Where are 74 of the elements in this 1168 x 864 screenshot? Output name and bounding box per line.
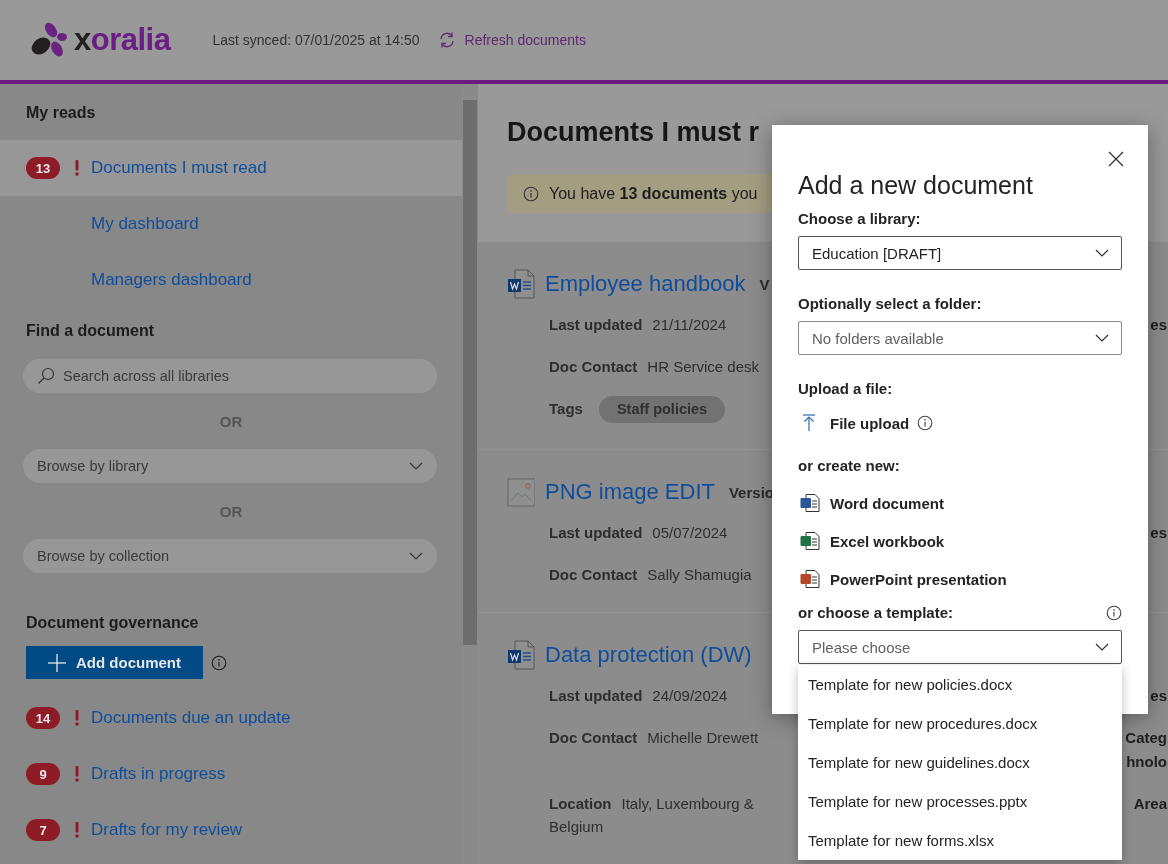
info-icon[interactable] — [917, 415, 934, 431]
last-synced-text: Last synced: 07/01/2025 at 14:50 — [212, 32, 420, 48]
field-text: Last updated 21/11/2024 — [549, 315, 728, 335]
logo-text: xoralia — [74, 22, 171, 58]
close-icon[interactable] — [1108, 151, 1124, 167]
field-label: Tags — [549, 400, 583, 417]
version-label: V — [759, 275, 770, 293]
field-label: hnolo — [1125, 752, 1167, 772]
create-option[interactable]: PowerPoint presentation — [798, 560, 1122, 598]
browse-dropdown[interactable]: Browse by collection — [23, 539, 437, 573]
field-label: Choose a library: — [798, 209, 922, 229]
create-option[interactable]: Excel workbook — [798, 522, 1122, 560]
chevron-down-icon — [409, 552, 423, 560]
refresh-link[interactable]: Refresh documents — [437, 31, 586, 49]
field-label: or create new: — [798, 456, 901, 476]
field-text: Doc Contact HR Service desk — [549, 357, 761, 377]
logo-icon — [30, 22, 68, 58]
powerpoint-file-icon — [800, 569, 820, 589]
section-heading: My reads — [25, 103, 97, 123]
field-label: or choose a template: — [798, 603, 954, 623]
scrollbar[interactable] — [462, 84, 478, 864]
template-option[interactable]: Template for new forms.xlsx — [798, 821, 1122, 860]
library-select[interactable]: Education [DRAFT] — [798, 236, 1122, 270]
template-option[interactable]: Template for new policies.docx — [798, 665, 1122, 704]
field-label: es — [1150, 315, 1167, 335]
nav-item[interactable]: 7 Drafts for my review — [0, 802, 462, 858]
field-label: Upload a file: — [798, 379, 894, 399]
nav-item[interactable]: 14 Documents due an update — [0, 690, 462, 746]
word-file-icon — [800, 493, 820, 513]
field-label: Categ — [1125, 728, 1167, 748]
count-badge: 7 — [26, 819, 60, 841]
search-field[interactable]: Search across all libraries — [23, 359, 437, 393]
file-upload-button[interactable]: File upload — [802, 414, 910, 432]
search-icon — [37, 367, 55, 385]
section-heading: Find a document — [25, 321, 155, 341]
page-title: Documents I must r — [507, 116, 761, 149]
chevron-down-icon — [1095, 249, 1109, 257]
field-text: Last updated 24/09/2024 — [549, 686, 729, 706]
create-option[interactable]: Word document — [798, 484, 1122, 522]
banner-text: You have 13 documents you — [549, 184, 758, 203]
field-text: Doc Contact Michelle Drewett — [549, 728, 760, 748]
word-file-icon — [507, 269, 535, 299]
template-option[interactable]: Template for new processes.pptx — [798, 782, 1122, 821]
field-label: Area — [1133, 794, 1167, 814]
count-badge: 13 — [26, 157, 60, 179]
info-icon[interactable] — [211, 654, 227, 671]
word-file-icon — [507, 640, 535, 670]
upload-icon — [802, 414, 816, 432]
field-label: Optionally select a folder: — [798, 294, 983, 314]
add-document-button[interactable]: Add document — [26, 646, 203, 679]
nav-item[interactable]: 13 Documents I must read — [0, 140, 462, 196]
chevron-down-icon — [409, 462, 423, 470]
image-file-icon — [507, 477, 535, 507]
count-badge: 14 — [26, 707, 60, 729]
excel-file-icon — [800, 531, 820, 551]
field-text: Doc Contact Sally Shamugia — [549, 565, 753, 585]
template-option[interactable]: Template for new procedures.docx — [798, 704, 1122, 743]
section-heading: Document governance — [25, 613, 200, 633]
info-icon[interactable] — [1106, 605, 1122, 621]
field-label: es — [1150, 686, 1167, 706]
refresh-icon — [437, 31, 456, 49]
chevron-down-icon — [1095, 334, 1109, 342]
nav-item[interactable]: 9 Drafts in progress — [0, 746, 462, 802]
info-icon[interactable] — [523, 185, 539, 202]
dialog-title: Add a new document — [798, 170, 1034, 200]
field-label: es — [1150, 523, 1167, 543]
browse-dropdown[interactable]: Browse by library — [23, 449, 437, 483]
field-text: Last updated 05/07/2024 — [549, 523, 729, 543]
field-text: Location Italy, Luxembourg & Belgium — [549, 794, 755, 837]
count-badge: 9 — [26, 763, 60, 785]
chevron-down-icon — [1095, 643, 1109, 651]
template-option[interactable]: Template for new guidelines.docx — [798, 743, 1122, 782]
version-label: Versio — [728, 483, 774, 501]
plus-icon — [48, 653, 66, 672]
